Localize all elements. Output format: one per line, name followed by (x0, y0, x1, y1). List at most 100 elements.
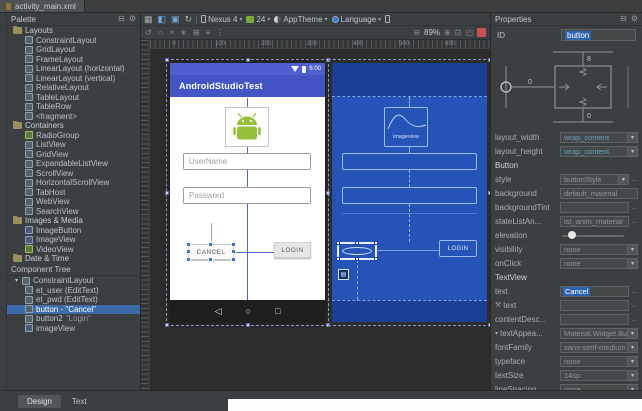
palette-item[interactable]: ImageView (7, 235, 140, 245)
expander-icon[interactable]: ▾ (495, 330, 498, 337)
baseline-toggle-icon[interactable]: ▤ (338, 269, 349, 280)
palette-item[interactable]: LinearLayout (vertical) (7, 74, 140, 84)
more-icon[interactable]: ⋮ (216, 29, 224, 37)
blueprint-password-field[interactable] (342, 187, 477, 204)
slider-knob[interactable] (568, 231, 576, 239)
collapse-icon[interactable]: ⊟ (620, 15, 627, 23)
recents-icon[interactable]: □ (275, 307, 280, 316)
palette-section[interactable]: Date & Time (7, 254, 140, 263)
device-selector[interactable]: Nexus 4 ▾ (201, 15, 242, 24)
property-field-background[interactable]: default_material (560, 188, 638, 199)
zoom-fit-button[interactable]: ⊡ (455, 29, 462, 37)
design-canvas[interactable]: 0100200300400500600700 6:00 AndroidStudi… (141, 40, 490, 390)
cancel-button[interactable]: CANCEL (188, 244, 234, 260)
undo-icon[interactable]: ↺ (145, 29, 152, 37)
property-combo-layoutheight[interactable]: wrap_content▾ (560, 146, 638, 157)
design-mode-icon[interactable]: ◧ (158, 15, 167, 24)
palette-section[interactable]: Images & Media (7, 216, 140, 226)
more-button[interactable]: … (631, 288, 638, 295)
palette-item[interactable]: ListView (7, 140, 140, 150)
property-combo-textSize[interactable]: 14sp▾ (560, 370, 638, 381)
palette-item[interactable]: TableRow (7, 102, 140, 112)
more-button[interactable]: … (631, 302, 638, 309)
imageview-widget[interactable] (225, 107, 269, 147)
chevron-down-icon[interactable]: ▾ (627, 371, 637, 380)
property-combo-onClick[interactable]: none▾ (560, 258, 638, 269)
palette-item[interactable]: <fragment> (7, 112, 140, 122)
back-icon[interactable]: ◁ (215, 307, 222, 316)
tree-item[interactable]: imageView (7, 324, 140, 334)
property-field-backgroundTint[interactable] (560, 202, 629, 213)
tree-item[interactable]: button2"Login" (7, 314, 140, 324)
chevron-down-icon[interactable]: ▾ (627, 259, 637, 268)
username-field[interactable]: UserName (183, 153, 311, 170)
chevron-down-icon[interactable]: ▾ (627, 343, 637, 352)
margin-left-value[interactable]: 0 (528, 79, 532, 86)
infer-constraints-icon[interactable]: ∗ (180, 29, 187, 37)
palette-item[interactable]: ImageButton (7, 226, 140, 236)
palette-grid-icon[interactable]: ▦ (144, 15, 153, 24)
id-input[interactable]: button (561, 29, 636, 41)
property-combo-textAppea[interactable]: Material.Widget.Button▾ (560, 328, 638, 339)
palette-item[interactable]: GridLayout (7, 45, 140, 55)
property-combo-typeface[interactable]: none▾ (560, 356, 638, 367)
property-field-text[interactable]: Cancel (560, 286, 629, 297)
palette-item[interactable]: LinearLayout (horizontal) (7, 64, 140, 74)
blueprint-imageview[interactable]: imageview (384, 107, 428, 147)
palette-item[interactable]: TableLayout (7, 93, 140, 103)
blueprint-username-field[interactable] (342, 153, 477, 170)
property-field-contentDesc[interactable] (560, 314, 629, 325)
tab-activity-main-xml[interactable]: activity_main.xml (0, 0, 85, 12)
chevron-down-icon[interactable]: ▾ (627, 147, 637, 156)
chevron-down-icon[interactable]: ▾ (627, 133, 637, 142)
chevron-down-icon[interactable]: ▾ (627, 329, 637, 338)
zoom-in-button[interactable]: ⊕ (444, 29, 451, 37)
palette-item[interactable]: RadioGroup (7, 131, 140, 141)
palette-section[interactable]: Layouts (7, 26, 140, 36)
palette-section[interactable]: Containers (7, 121, 140, 131)
palette-item[interactable]: HorizontalScrollView (7, 178, 140, 188)
theme-selector[interactable]: AppTheme ▾ (274, 15, 327, 24)
password-field[interactable]: Password (183, 187, 311, 204)
align-icon[interactable]: ≡ (206, 29, 211, 37)
default-margins-icon[interactable]: ⊞ (193, 29, 200, 37)
palette-item[interactable]: RelativeLayout (7, 83, 140, 93)
more-button[interactable]: … (631, 204, 638, 211)
tree-item[interactable]: et_pwd (EditText) (7, 295, 140, 305)
property-combo-fontFamily[interactable]: sans-serif-medium▾ (560, 342, 638, 353)
chevron-down-icon[interactable]: ▾ (627, 357, 637, 366)
property-combo-layoutwidth[interactable]: wrap_content▾ (560, 132, 638, 143)
tree-item[interactable]: button - "Cancel" (7, 305, 140, 315)
palette-item[interactable]: GridView (7, 150, 140, 160)
property-combo-visibility[interactable]: none▾ (560, 244, 638, 255)
tree-item[interactable]: et_user (EditText) (7, 286, 140, 296)
palette-item[interactable]: ConstraintLayout (7, 36, 140, 46)
api-selector[interactable]: 24 ▾ (246, 15, 270, 24)
palette-item[interactable]: FrameLayout (7, 55, 140, 65)
palette-item[interactable]: WebView (7, 197, 140, 207)
property-field-text[interactable] (560, 300, 629, 311)
clear-constraints-icon[interactable]: × (169, 29, 174, 37)
bottom-tab-design[interactable]: Design (18, 395, 61, 408)
blueprint-login-button[interactable]: LOGIN (439, 240, 477, 257)
elevation-slider[interactable] (560, 230, 638, 241)
language-selector[interactable]: Language ▾ (332, 15, 382, 24)
zoom-out-button[interactable]: ⊖ (413, 29, 420, 37)
magnet-autoconnect-icon[interactable]: ∩ (158, 29, 164, 37)
stop-button[interactable] (477, 28, 486, 37)
palette-item[interactable]: TabHost (7, 188, 140, 198)
home-icon[interactable]: ○ (246, 307, 251, 316)
expand-arrow-icon[interactable]: ▾ (15, 277, 22, 284)
login-button[interactable]: LOGIN (274, 242, 311, 258)
gear-icon[interactable]: ⚙ (129, 15, 136, 23)
blueprint-cancel-button[interactable] (337, 242, 377, 260)
collapse-icon[interactable]: ⊟ (118, 15, 125, 23)
gear-icon[interactable]: ⚙ (631, 15, 638, 23)
device-preview-icon[interactable] (385, 15, 390, 23)
more-button[interactable]: … (631, 316, 638, 323)
property-field-stateListAn[interactable]: ist_anim_material (560, 216, 629, 227)
blueprint-surface[interactable]: imageview ▤ LOGIN (332, 63, 487, 322)
orientation-icon[interactable]: ↻ (185, 15, 193, 24)
margin-bottom-value[interactable]: 0 (587, 113, 591, 120)
more-button[interactable]: … (631, 218, 638, 225)
